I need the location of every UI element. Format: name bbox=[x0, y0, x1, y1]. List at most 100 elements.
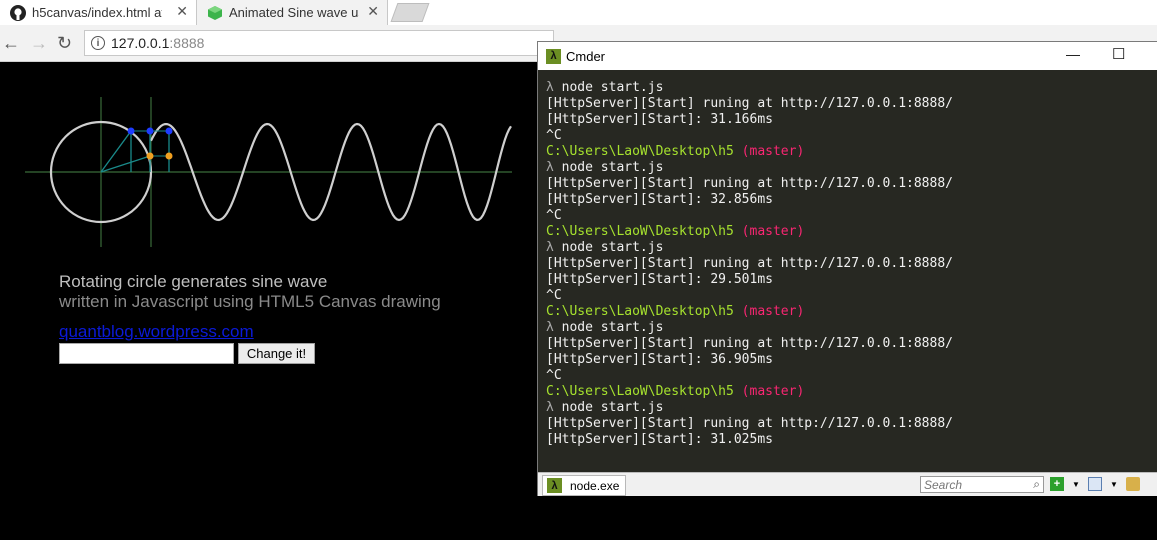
change-it-button[interactable]: Change it! bbox=[238, 343, 315, 364]
text-input[interactable] bbox=[59, 343, 234, 364]
terminal-line: λ node start.js bbox=[546, 240, 1151, 256]
radius-line bbox=[100, 130, 132, 173]
prompt-path: C:\Users\LaoW\Desktop\h5 bbox=[546, 384, 734, 399]
cmder-lambda-icon: λ bbox=[547, 478, 562, 493]
command-text: node start.js bbox=[561, 320, 664, 335]
prompt-lambda: λ bbox=[546, 80, 562, 95]
terminal-line: ^C bbox=[546, 208, 1151, 224]
output-text: ^C bbox=[546, 368, 562, 383]
close-icon[interactable]: ✕ bbox=[176, 3, 188, 20]
cmder-titlebar[interactable]: λ Cmder — ☐ bbox=[538, 42, 1157, 70]
close-icon[interactable]: ✕ bbox=[367, 3, 379, 20]
terminal-line: ^C bbox=[546, 128, 1151, 144]
terminal-line: C:\Users\LaoW\Desktop\h5 (master) bbox=[546, 384, 1151, 400]
layout-icon[interactable] bbox=[1088, 477, 1102, 491]
new-tab-button[interactable] bbox=[390, 3, 430, 22]
lock-icon[interactable] bbox=[1126, 477, 1140, 491]
prompt-lambda: λ bbox=[546, 240, 562, 255]
terminal-line: [HttpServer][Start] runing at http://127… bbox=[546, 416, 1151, 432]
output-text: [HttpServer][Start] runing at http://127… bbox=[546, 256, 953, 271]
terminal-line: [HttpServer][Start]: 36.905ms bbox=[546, 352, 1151, 368]
address-bar[interactable]: i 127.0.0.1 :8888 bbox=[84, 30, 554, 56]
terminal-line: C:\Users\LaoW\Desktop\h5 (master) bbox=[546, 304, 1151, 320]
cube-icon bbox=[207, 5, 223, 21]
tab-title: h5canvas/index.html at bbox=[32, 5, 162, 20]
output-text: [HttpServer][Start] runing at http://127… bbox=[546, 96, 953, 111]
forward-arrow-icon[interactable]: → bbox=[30, 33, 48, 53]
description-line-1: Rotating circle generates sine wave bbox=[59, 272, 328, 291]
sine-wave-canvas bbox=[25, 97, 512, 247]
terminal-line: [HttpServer][Start] runing at http://127… bbox=[546, 176, 1151, 192]
address-port: :8888 bbox=[169, 35, 205, 51]
terminal-line: [HttpServer][Start] runing at http://127… bbox=[546, 336, 1151, 352]
reload-icon[interactable]: ↻ bbox=[57, 33, 72, 53]
output-text: [HttpServer][Start] runing at http://127… bbox=[546, 176, 953, 191]
search-icon: ⌕ bbox=[1033, 477, 1040, 491]
command-text: node start.js bbox=[561, 160, 664, 175]
output-text: [HttpServer][Start]: 36.905ms bbox=[546, 352, 773, 367]
tab-strip: h5canvas/index.html at ✕ Animated Sine w… bbox=[0, 0, 1157, 25]
tracer-dot bbox=[127, 127, 135, 135]
terminal-line: C:\Users\LaoW\Desktop\h5 (master) bbox=[546, 144, 1151, 160]
tracer-dot bbox=[146, 127, 154, 135]
description-line-2: written in Javascript using HTML5 Canvas… bbox=[59, 292, 441, 311]
output-text: ^C bbox=[546, 288, 562, 303]
terminal-line: [HttpServer][Start]: 31.166ms bbox=[546, 112, 1151, 128]
prompt-lambda: λ bbox=[546, 160, 562, 175]
tab-sine-wave[interactable]: Animated Sine wave us ✕ bbox=[196, 0, 388, 25]
dropdown-icon[interactable]: ▼ bbox=[1069, 477, 1083, 491]
add-console-icon[interactable]: + bbox=[1050, 477, 1064, 491]
terminal-line: [HttpServer][Start]: 31.025ms bbox=[546, 432, 1151, 448]
terminal-line: ^C bbox=[546, 368, 1151, 384]
blog-link[interactable]: quantblog.wordpress.com bbox=[59, 322, 254, 342]
terminal-line: λ node start.js bbox=[546, 400, 1151, 416]
output-text: [HttpServer][Start]: 29.501ms bbox=[546, 272, 773, 287]
output-text: [HttpServer][Start]: 31.025ms bbox=[546, 432, 773, 447]
github-icon bbox=[10, 4, 26, 21]
output-text: ^C bbox=[546, 128, 562, 143]
terminal-line: ^C bbox=[546, 288, 1151, 304]
maximize-icon[interactable]: ☐ bbox=[1112, 45, 1125, 63]
cmder-lambda-icon: λ bbox=[546, 48, 561, 64]
command-text: node start.js bbox=[561, 80, 664, 95]
output-text: [HttpServer][Start] runing at http://127… bbox=[546, 416, 953, 431]
tab-github[interactable]: h5canvas/index.html at ✕ bbox=[0, 0, 196, 25]
terminal-line: [HttpServer][Start]: 32.856ms bbox=[546, 192, 1151, 208]
tracer-dot bbox=[165, 152, 173, 160]
address-host: 127.0.0.1 bbox=[111, 35, 170, 51]
terminal-line: [HttpServer][Start] runing at http://127… bbox=[546, 96, 1151, 112]
prompt-path: C:\Users\LaoW\Desktop\h5 bbox=[546, 224, 734, 239]
git-branch: (master) bbox=[733, 224, 805, 239]
terminal-line: [HttpServer][Start] runing at http://127… bbox=[546, 256, 1151, 272]
git-branch: (master) bbox=[733, 144, 805, 159]
terminal-output[interactable]: λ node start.js [HttpServer][Start] runin… bbox=[546, 80, 1151, 472]
terminal-line: C:\Users\LaoW\Desktop\h5 (master) bbox=[546, 224, 1151, 240]
prompt-path: C:\Users\LaoW\Desktop\h5 bbox=[546, 304, 734, 319]
cmder-title: Cmder bbox=[566, 48, 606, 64]
cmder-statusbar: λ node.exe Search ⌕ + ▼ ▼ bbox=[538, 472, 1157, 496]
prompt-path: C:\Users\LaoW\Desktop\h5 bbox=[546, 144, 734, 159]
radius-line bbox=[100, 155, 151, 173]
search-placeholder: Search bbox=[924, 477, 963, 492]
minimize-icon[interactable]: — bbox=[1066, 46, 1080, 62]
console-tab[interactable]: λ node.exe bbox=[542, 475, 627, 496]
terminal-line: λ node start.js bbox=[546, 80, 1151, 96]
output-text: [HttpServer][Start]: 31.166ms bbox=[546, 112, 773, 127]
terminal-line: λ node start.js bbox=[546, 160, 1151, 176]
output-text: ^C bbox=[546, 208, 562, 223]
tab-title: Animated Sine wave us bbox=[229, 5, 359, 20]
tracer-dot bbox=[165, 127, 173, 135]
output-text: [HttpServer][Start]: 32.856ms bbox=[546, 192, 773, 207]
git-branch: (master) bbox=[733, 384, 805, 399]
console-tab-label: node.exe bbox=[570, 478, 620, 493]
search-input[interactable]: Search ⌕ bbox=[920, 476, 1044, 493]
git-branch: (master) bbox=[733, 304, 805, 319]
cmder-window: λ Cmder — ☐ λ node start.js [HttpServer][… bbox=[537, 41, 1157, 496]
output-text: [HttpServer][Start] runing at http://127… bbox=[546, 336, 953, 351]
dropdown-icon[interactable]: ▼ bbox=[1107, 477, 1121, 491]
back-arrow-icon[interactable]: ← bbox=[2, 33, 20, 53]
tracer-dot bbox=[146, 152, 154, 160]
info-icon[interactable]: i bbox=[91, 36, 105, 50]
prompt-lambda: λ bbox=[546, 400, 562, 415]
command-text: node start.js bbox=[561, 400, 664, 415]
